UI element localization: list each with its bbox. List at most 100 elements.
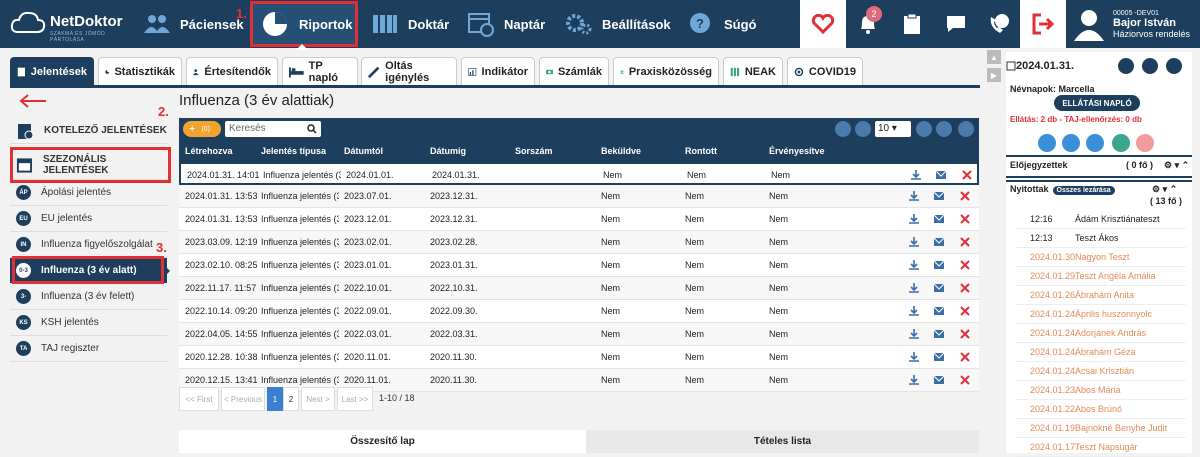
zoom-in-icon[interactable] [835,121,851,137]
col-jelentes-tipusa[interactable]: Jelentés típusa [261,146,326,156]
settings-icon[interactable] [936,121,952,137]
nav-riportok[interactable]: Riportok [250,1,358,47]
patient-list-item[interactable]: 2024.01.23. Abos Mária [1016,381,1186,400]
delete-icon[interactable] [960,283,970,293]
tab-szamlak[interactable]: Számlák [539,57,609,85]
hangup-icon[interactable] [1136,134,1154,152]
table-row[interactable]: 2020.12.15. 13:41 Influenza jelentés (3 20… [179,369,979,392]
messages-button[interactable] [934,0,978,48]
patient-list-item[interactable]: 2024.01.19. Bajnokné Benyhe Judit [1016,419,1186,438]
patient-list-item[interactable]: 2024.01.24. Ábrahám Géza [1016,343,1186,362]
delete-icon[interactable] [960,214,970,224]
patient-list-item[interactable]: 2024.01.26. Ábrahám Anita [1016,286,1186,305]
col-rontott[interactable]: Rontott [685,146,717,156]
patient-list-item[interactable]: 12:13 Teszt Ákos [1016,229,1186,248]
tab-jelentesek[interactable]: Jelentések [10,57,94,85]
logout-button[interactable] [1020,0,1066,48]
section-controls-icon[interactable]: ⚙ ▾ ⌃ [1164,160,1189,171]
add-report-button[interactable]: + (0) [183,121,221,137]
mail-icon[interactable] [934,237,944,247]
download-icon[interactable] [909,329,919,339]
patient-list-item[interactable]: 2024.01.17. Teszt Napsugár [1016,438,1186,457]
sidebar-item-apolasi[interactable]: ÁP Ápolási jelentés [10,180,167,206]
table-row[interactable]: 2023.02.10. 08:25 Influenza jelentés (3 20… [179,254,979,277]
tab-tp-naplo[interactable]: TP napló [282,57,358,85]
patient-list-item[interactable]: 2024.01.24. Acsai Krisztián [1016,362,1186,381]
prescription-button[interactable] [890,0,934,48]
delete-icon[interactable] [960,191,970,201]
delete-icon[interactable] [960,237,970,247]
sidebar-item-ksh[interactable]: KS KSH jelentés [10,310,167,336]
sidebar-item-influenza-figyelo[interactable]: IN Influenza figyelőszolgálat [10,232,167,258]
patient-list-item[interactable]: 12:16 Ádám Krisztiánateszt [1016,210,1186,229]
download-icon[interactable] [909,375,919,385]
search-input[interactable]: Keresés [225,121,321,137]
nav-beallitasok[interactable]: Beállítások [566,0,671,48]
download-icon[interactable] [909,191,919,201]
call-icon[interactable] [1112,134,1130,152]
pager-last[interactable]: Last >> [337,387,373,411]
table-row[interactable]: 2022.04.05. 14:55 Influenza jelentés (3 20… [179,323,979,346]
table-row[interactable]: 2024.01.31. 13:53 Influenza jelentés (3 20… [179,208,979,231]
table-row[interactable]: 2022.10.14. 09:20 Influenza jelentés (3 20… [179,300,979,323]
nav-sugo[interactable]: ? Súgó [688,0,757,48]
col-bekuldve[interactable]: Beküldve [601,146,641,156]
tab-osszesito-lap[interactable]: Összesítő lap [179,430,586,453]
table-row[interactable]: 2024.01.31. 14:01 Influenza jelentés (3 20… [179,162,979,185]
microphone-icon[interactable] [1038,134,1056,152]
elojegyzettek-header[interactable]: Előjegyzettek ( 0 fő ) ⚙ ▾ ⌃ [1006,160,1192,170]
print-icon[interactable] [958,121,974,137]
pager-page-2[interactable]: 2 [283,387,299,411]
mail-icon[interactable] [934,329,944,339]
download-icon[interactable] [911,170,921,180]
col-sorszam[interactable]: Sorszám [515,146,553,156]
sidebar-item-taj[interactable]: TA TAJ regiszter [10,336,167,362]
download-icon[interactable] [909,283,919,293]
page-size-select[interactable]: 10 ▾ [875,121,911,137]
user-menu[interactable]: 00005 -DEV01 Bajor István Háziorvos rend… [1066,0,1200,48]
mail-icon[interactable] [934,352,944,362]
zoom-out-icon[interactable] [855,121,871,137]
tab-oltas-igenyles[interactable]: Oltás igénylés [361,57,457,85]
tab-neak[interactable]: NEAK [723,57,783,85]
download-icon[interactable] [909,237,919,247]
tab-praxiskozosseg[interactable]: Praxisközösség [613,57,719,85]
ellatasi-naplo-button[interactable]: ELLÁTÁSI NAPLÓ [1054,95,1140,111]
panel-collapse-button[interactable]: ▶ [987,68,1001,82]
eeszt-button[interactable] [800,0,846,48]
mail-icon[interactable] [934,260,944,270]
back-arrow-icon[interactable] [18,93,48,109]
mail-icon[interactable] [934,306,944,316]
pager-first[interactable]: << First [179,387,219,411]
section-controls-icon[interactable]: ⚙ ▾ ⌃ [1152,184,1177,195]
nav-naptar[interactable]: Naptár [468,0,545,48]
pager-next[interactable]: Next > [301,387,335,411]
pager-prev[interactable]: < Previous [221,387,265,411]
col-datumtol[interactable]: Dátumtól [344,146,383,156]
nyitottak-header[interactable]: Nyitottak Összes lezárása ⚙ ▾ ⌃ [1006,184,1192,195]
download-icon[interactable] [909,306,919,316]
tab-indikator[interactable]: Indikátor [461,57,535,85]
nav-paciensek[interactable]: Páciensek [144,0,244,48]
phone-info-button[interactable] [978,0,1020,48]
close-all-button[interactable]: Összes lezárása [1052,186,1115,195]
patient-list-item[interactable]: 2024.01.24. Adorjánek András [1016,324,1186,343]
sidebar-item-influenza-3-felett[interactable]: 3- Influenza (3 év felett) [10,284,167,310]
delete-icon[interactable] [960,329,970,339]
tab-ertesitendok[interactable]: Értesítendők [186,57,278,85]
video-icon[interactable] [1062,134,1080,152]
delete-icon[interactable] [960,260,970,270]
mail-icon[interactable] [936,170,946,180]
col-ervenyesitve[interactable]: Érvényesítve [769,146,825,156]
filter-icon[interactable] [916,121,932,137]
mail-icon[interactable] [934,191,944,201]
patient-list-item[interactable]: 2024.01.30. Nagyon Teszt [1016,248,1186,267]
tab-statisztikak[interactable]: Statisztikák [98,57,182,85]
patient-list-item[interactable]: 2024.01.29. Teszt Angéla Amália [1016,267,1186,286]
sidebar-item-eu[interactable]: EU EU jelentés [10,206,167,232]
delete-icon[interactable] [960,352,970,362]
sidebar-item-kotelezo[interactable]: KOTELEZŐ JELENTÉSEK [10,118,167,144]
table-row[interactable]: 2020.12.28. 10:38 Influenza jelentés (3 20… [179,346,979,369]
prev-icon[interactable] [1142,58,1158,74]
download-icon[interactable] [909,214,919,224]
